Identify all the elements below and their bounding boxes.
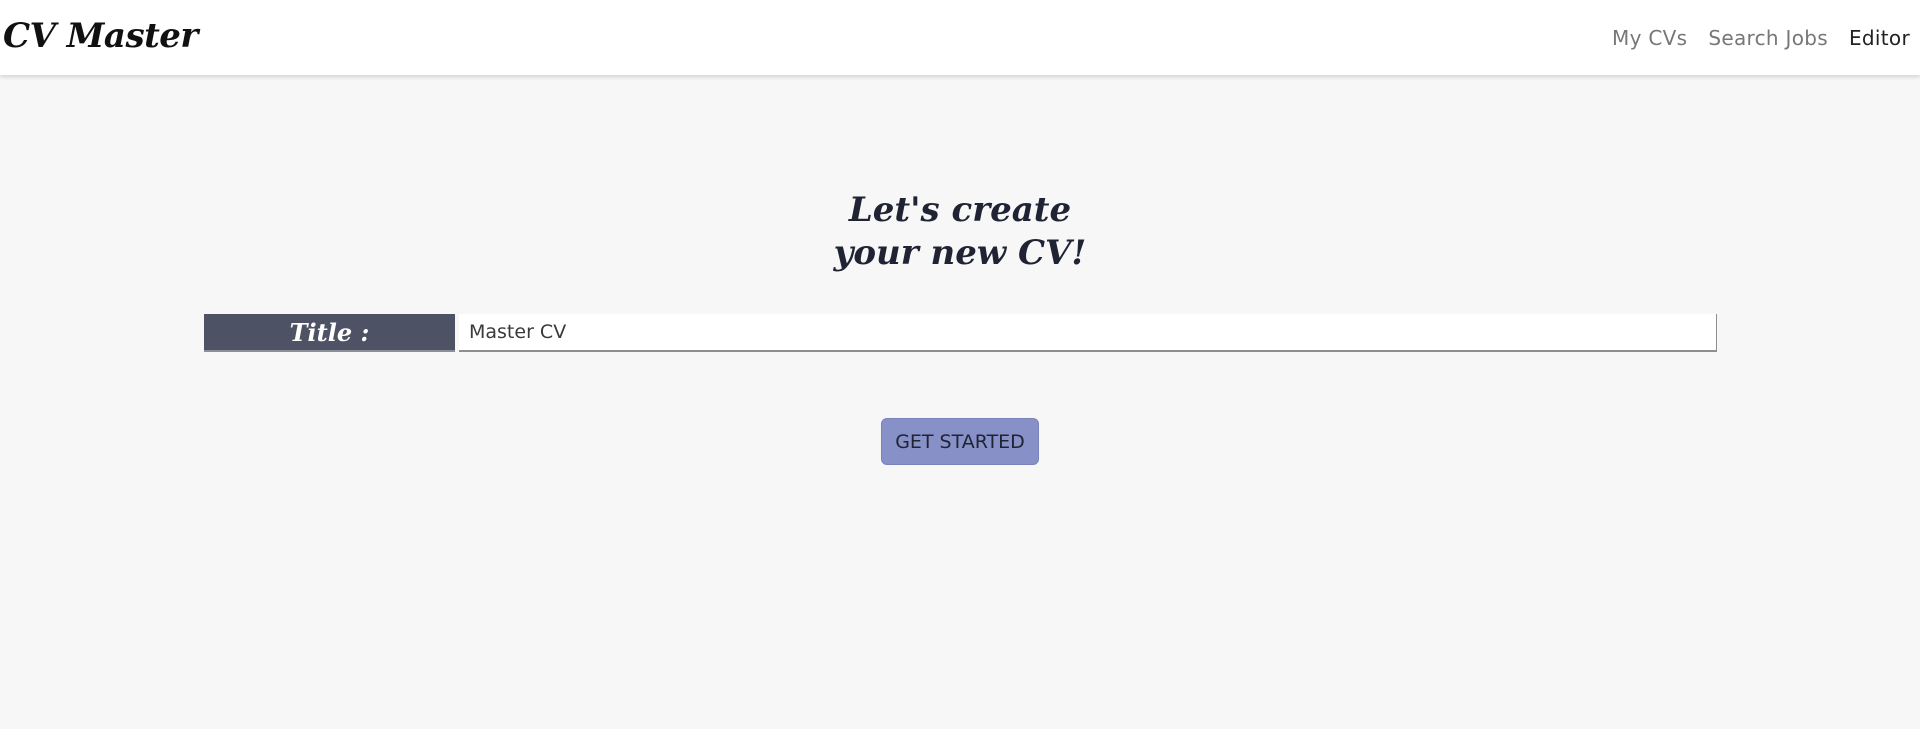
title-label: Title : <box>204 314 455 352</box>
page-title-line-2: your new CV! <box>833 232 1087 273</box>
nav-link-editor[interactable]: Editor <box>1849 26 1910 50</box>
page-title-line-1: Let's create <box>848 189 1072 230</box>
nav-links: My CVs Search Jobs Editor <box>1591 26 1910 50</box>
brand-logo[interactable]: CV Master <box>3 16 198 56</box>
nav-link-my-cvs[interactable]: My CVs <box>1612 26 1687 50</box>
title-input[interactable] <box>459 314 1717 352</box>
navbar: CV Master My CVs Search Jobs Editor <box>0 0 1920 75</box>
page-title: Let's create your new CV! <box>0 189 1920 275</box>
get-started-button[interactable]: GET STARTED <box>881 418 1039 465</box>
nav-link-search-jobs[interactable]: Search Jobs <box>1708 26 1828 50</box>
title-form-row: Title : <box>204 314 1717 352</box>
